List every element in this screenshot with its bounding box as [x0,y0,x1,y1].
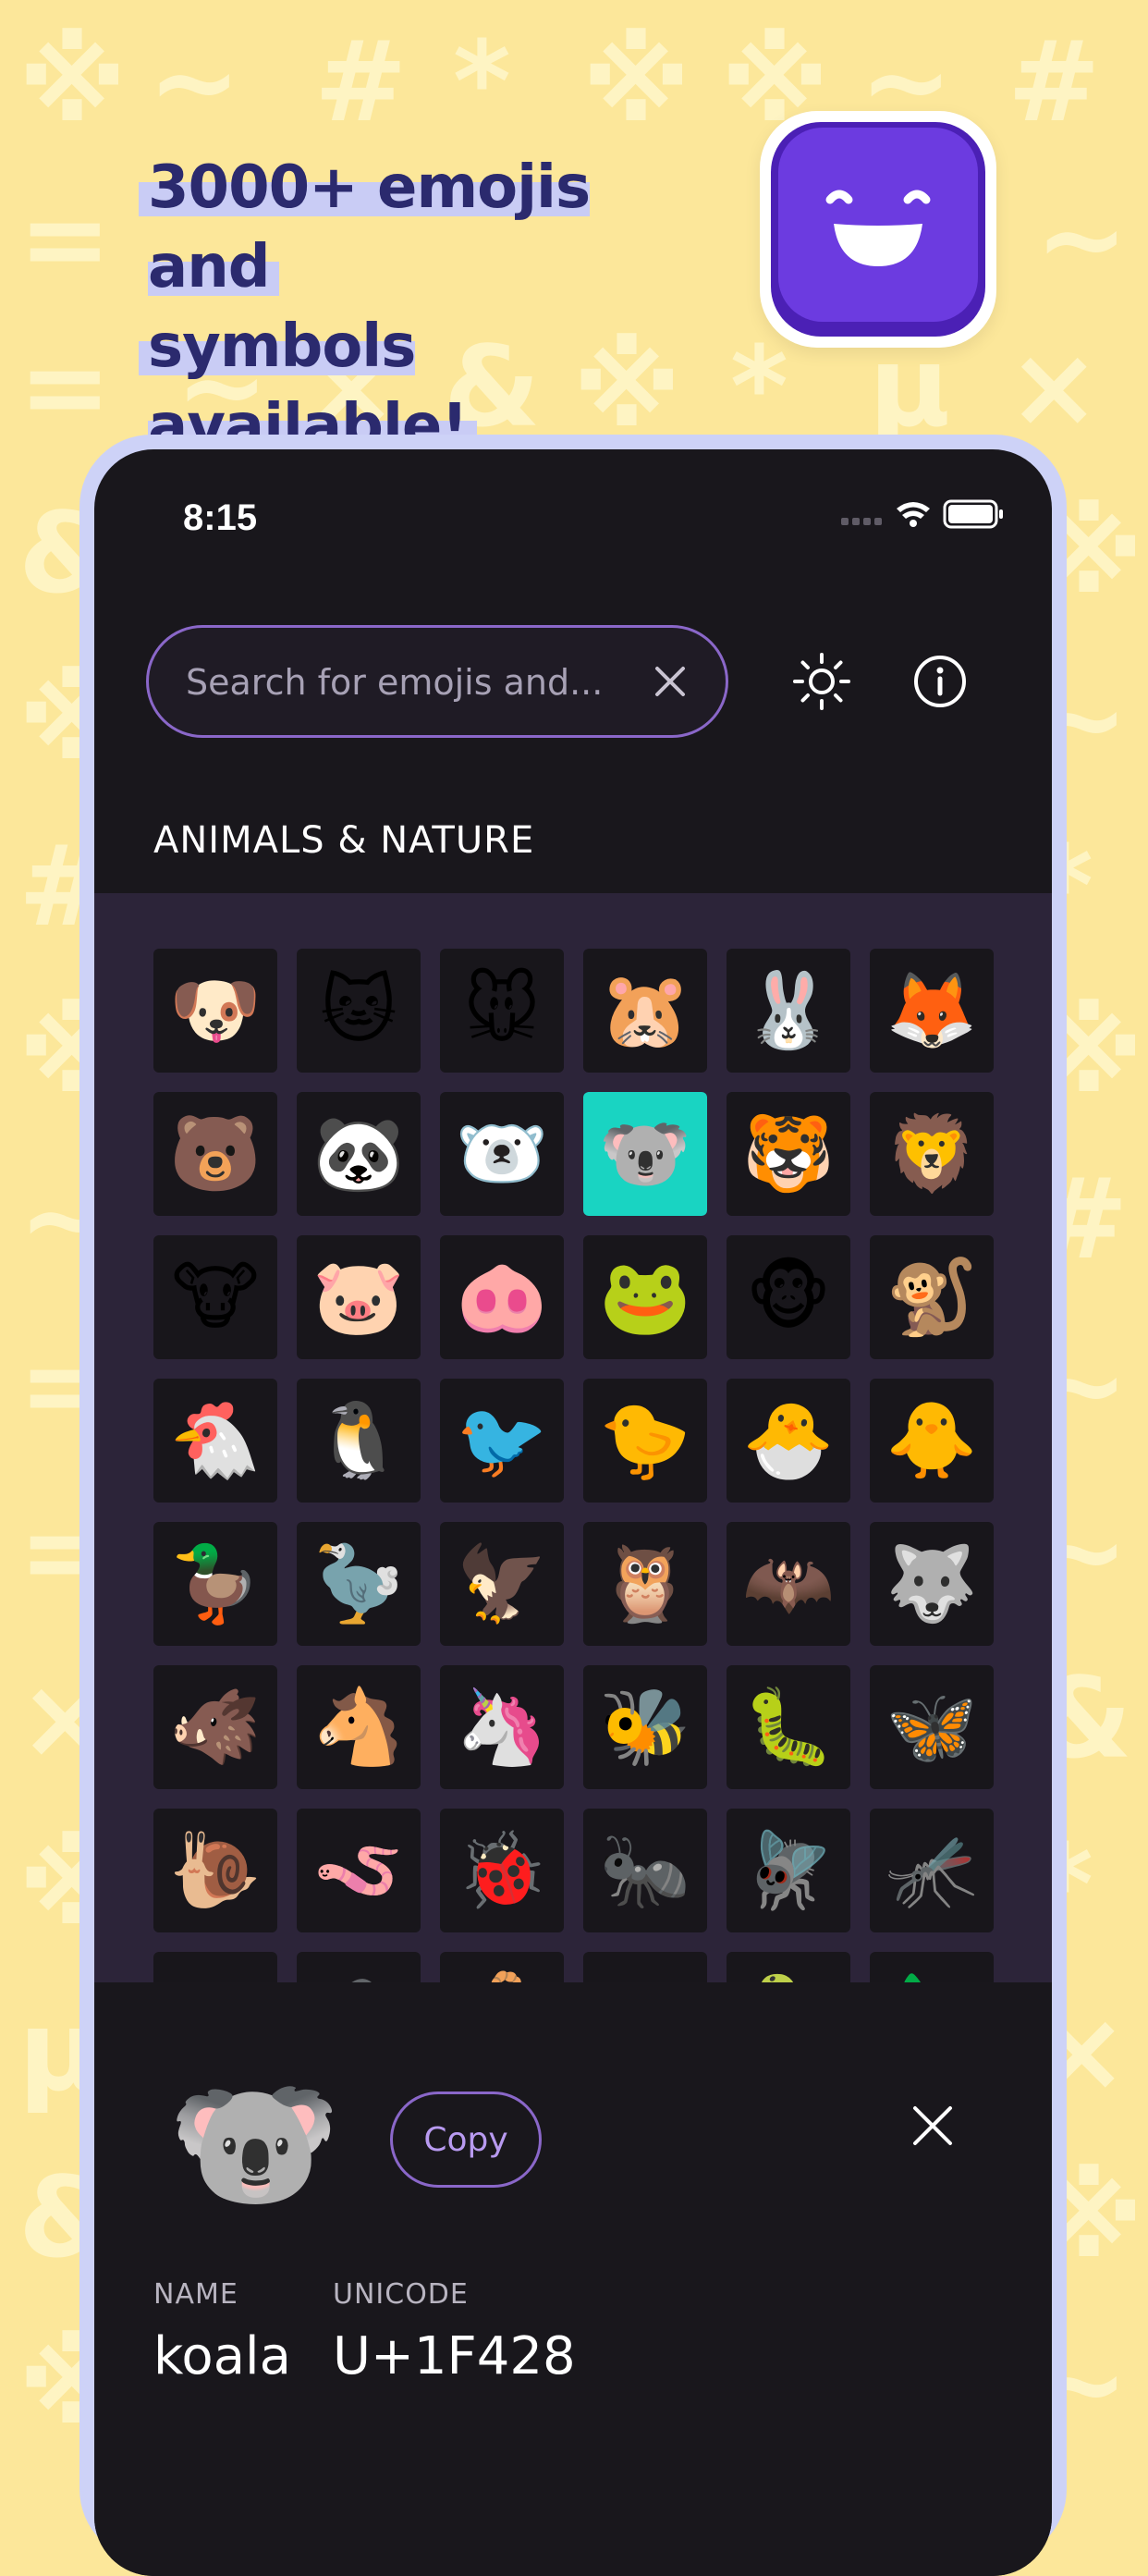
category-title: ANIMALS & NATURE [153,819,535,862]
info-icon [914,656,966,707]
name-label: NAME [153,2278,238,2311]
emoji-detail-sheet: 🐨 Copy NAME koala UNICODE U+1F428 [94,1982,1052,2576]
emoji-cell[interactable]: 🐵 [727,1235,850,1359]
emoji-cell[interactable]: 🐰 [727,949,850,1073]
emoji-cell[interactable]: 🐸 [583,1235,707,1359]
background-glyph: ~ [148,18,241,147]
emoji-cell[interactable]: 🐗 [153,1665,277,1789]
unicode-label: UNICODE [333,2278,469,2311]
background-glyph: * [453,18,511,147]
close-sheet-button[interactable] [910,2103,956,2149]
battery-icon [943,499,1003,529]
status-icons [841,497,1008,531]
unicode-value: U+1F428 [333,2326,576,2386]
signal-icon [841,518,882,525]
emoji-cell[interactable]: 🐔 [153,1379,277,1503]
emoji-cell[interactable]: 🐱 [297,949,421,1073]
emoji-cell[interactable]: 🐥 [870,1379,994,1503]
search-field[interactable] [146,625,728,738]
emoji-cell[interactable]: 🐤 [583,1379,707,1503]
app-screen: 8:15 Search for emojis and... ANIMALS & … [94,449,1052,2576]
background-glyph: ※ [582,18,690,147]
emoji-cell[interactable]: 🪱 [297,1809,421,1932]
emoji-cell[interactable]: 🦁 [870,1092,994,1216]
emoji-cell[interactable]: 🦆 [153,1522,277,1646]
emoji-cell[interactable]: 🐭 [440,949,564,1073]
emoji-cell[interactable]: 🐨 [583,1092,707,1216]
background-glyph: * [730,324,788,452]
headline-line-1: 3000+ emojis and [139,153,591,301]
theme-toggle-button[interactable] [789,649,854,714]
smiley-app-icon [760,111,996,348]
emoji-grid-area: 🐶 🐱 🐭 🐹 🐰 🦊 🐻 🐼 🐻‍❄️ 🐨 🐯 🦁 🐮 🐷 🐽 🐸 🐵 🐒 🐔 🐧 🐦 🐤 🐣 🐥 🦆 🦤 🦅 🦉 🦇 🐺 🐗 🐴 🦄 🐝 🐛 🦋 🐌… [94,893,1052,2003]
status-time: 8:15 [183,497,258,538]
emoji-cell[interactable]: 🐌 [153,1809,277,1932]
emoji-cell[interactable]: 🦅 [440,1522,564,1646]
emoji-cell[interactable]: 🐣 [727,1379,850,1503]
info-button[interactable] [908,649,972,714]
emoji-cell[interactable]: 🐛 [727,1665,850,1789]
emoji-cell[interactable]: 🐶 [153,949,277,1073]
emoji-cell[interactable]: 🦇 [727,1522,850,1646]
phone-frame: 8:15 Search for emojis and... ANIMALS & … [79,435,1067,2576]
emoji-cell[interactable]: 🦟 [870,1809,994,1932]
clear-search-button[interactable] [652,663,689,700]
selected-emoji-preview: 🐨 [168,2064,341,2225]
emoji-cell[interactable]: 🐞 [440,1809,564,1932]
sun-icon [793,653,850,710]
emoji-cell[interactable]: 🐺 [870,1522,994,1646]
emoji-cell[interactable]: 🐧 [297,1379,421,1503]
emoji-cell[interactable]: 🦋 [870,1665,994,1789]
emoji-cell[interactable]: 🦉 [583,1522,707,1646]
headline: 3000+ emojis and symbols available! [139,148,721,466]
emoji-cell[interactable]: 🐹 [583,949,707,1073]
name-value: koala [153,2326,291,2386]
emoji-cell[interactable]: 🦤 [297,1522,421,1646]
close-icon [655,667,685,696]
background-glyph: = [18,176,112,304]
emoji-cell[interactable]: 🐻 [153,1092,277,1216]
emoji-cell[interactable]: 🐷 [297,1235,421,1359]
emoji-cell[interactable]: 🐝 [583,1665,707,1789]
emoji-cell[interactable]: 🐯 [727,1092,850,1216]
background-glyph: ※ [18,18,127,147]
emoji-cell[interactable]: 🦊 [870,949,994,1073]
background-glyph: × [1008,324,1101,452]
copy-button[interactable]: Copy [390,2091,542,2188]
emoji-grid: 🐶 🐱 🐭 🐹 🐰 🦊 🐻 🐼 🐻‍❄️ 🐨 🐯 🦁 🐮 🐷 🐽 🐸 🐵 🐒 🐔 🐧 🐦 🐤 🐣 🐥 🦆 🦤 🦅 🦉 🦇 🐺 🐗 🐴 🦄 🐝 🐛 🦋 🐌… [153,949,994,2003]
emoji-cell[interactable]: 🦄 [440,1665,564,1789]
emoji-cell[interactable]: 🐮 [153,1235,277,1359]
background-glyph: ~ [1035,176,1129,304]
emoji-cell[interactable]: 🐼 [297,1092,421,1216]
background-glyph: μ [869,324,951,452]
search-input[interactable] [184,628,631,737]
wifi-icon [897,502,930,527]
close-icon [913,2106,952,2145]
emoji-cell[interactable]: 🪰 [727,1809,850,1932]
emoji-cell[interactable]: 🐻‍❄️ [440,1092,564,1216]
emoji-cell[interactable]: 🐜 [583,1809,707,1932]
background-glyph: # [314,18,408,147]
background-glyph: = [18,324,112,452]
emoji-cell[interactable]: 🐒 [870,1235,994,1359]
emoji-cell[interactable]: 🐴 [297,1665,421,1789]
background-glyph: # [1008,18,1101,147]
emoji-cell[interactable]: 🐦 [440,1379,564,1503]
emoji-cell[interactable]: 🐽 [440,1235,564,1359]
